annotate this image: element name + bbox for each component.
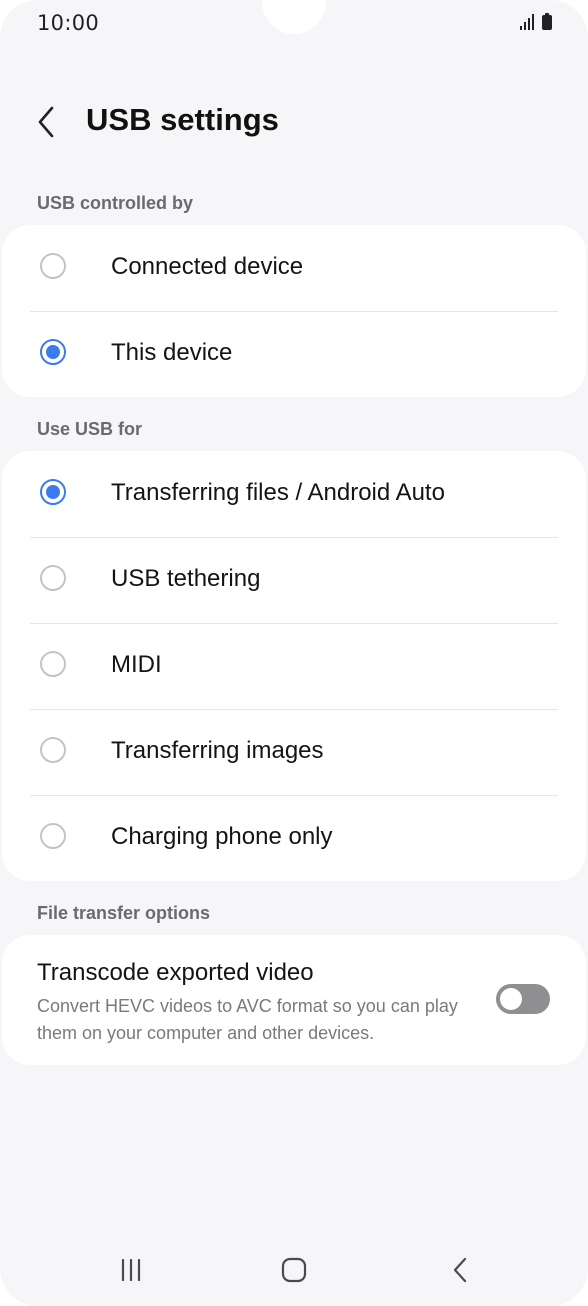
navigation-bar	[0, 1240, 588, 1306]
radio-button[interactable]	[40, 565, 66, 591]
radio-button[interactable]	[40, 737, 66, 763]
usb-controlled-by-card: Connected device This device	[2, 225, 586, 397]
home-icon	[281, 1257, 307, 1283]
use-usb-for-card: Transferring files / Android Auto USB te…	[2, 451, 586, 881]
status-bar: 10:00	[0, 0, 588, 50]
page-title: USB settings	[86, 102, 279, 137]
option-label: USB tethering	[111, 565, 261, 592]
home-button[interactable]	[264, 1240, 324, 1300]
transcode-toggle-switch[interactable]	[496, 984, 550, 1014]
option-label: MIDI	[111, 651, 162, 678]
option-label: Transferring files / Android Auto	[111, 479, 445, 506]
option-connected-device[interactable]: Connected device	[2, 225, 586, 311]
recent-apps-button[interactable]	[101, 1240, 161, 1300]
radio-button[interactable]	[40, 253, 66, 279]
section-header-use-usb-for: Use USB for	[37, 419, 143, 439]
section-header-usb-controlled-by: USB controlled by	[37, 193, 194, 213]
battery-icon	[542, 13, 552, 30]
option-charging-phone-only[interactable]: Charging phone only	[2, 795, 586, 881]
radio-button[interactable]	[40, 651, 66, 677]
toggle-title: Transcode exported video	[37, 959, 314, 986]
transcode-video-row[interactable]: Transcode exported video Convert HEVC vi…	[2, 935, 586, 1065]
status-icons	[520, 13, 552, 30]
recent-apps-icon	[121, 1258, 141, 1282]
status-time: 10:00	[37, 11, 100, 35]
back-button[interactable]	[30, 102, 66, 142]
signal-icon	[520, 14, 534, 30]
option-label: This device	[111, 339, 233, 366]
radio-button-selected[interactable]	[40, 479, 66, 505]
usb-settings-screen: 10:00 USB settings USB controlled by Con…	[0, 0, 588, 1306]
chevron-left-icon	[38, 106, 54, 138]
option-this-device[interactable]: This device	[2, 311, 586, 397]
radio-button-selected[interactable]	[40, 339, 66, 365]
camera-notch	[262, 0, 326, 34]
header: USB settings	[0, 92, 588, 152]
radio-button[interactable]	[40, 823, 66, 849]
option-usb-tethering[interactable]: USB tethering	[2, 537, 586, 623]
toggle-knob	[500, 988, 522, 1010]
toggle-description: Convert HEVC videos to AVC format so you…	[37, 996, 458, 1043]
option-transferring-files[interactable]: Transferring files / Android Auto	[2, 451, 586, 537]
option-transferring-images[interactable]: Transferring images	[2, 709, 586, 795]
option-midi[interactable]: MIDI	[2, 623, 586, 709]
section-header-file-transfer-options: File transfer options	[37, 903, 211, 923]
option-label: Connected device	[111, 253, 304, 280]
file-transfer-options-card: Transcode exported video Convert HEVC vi…	[2, 935, 586, 1065]
nav-back-button[interactable]	[430, 1240, 490, 1300]
option-label: Transferring images	[111, 737, 324, 764]
option-label: Charging phone only	[111, 823, 333, 850]
back-icon	[453, 1257, 467, 1283]
